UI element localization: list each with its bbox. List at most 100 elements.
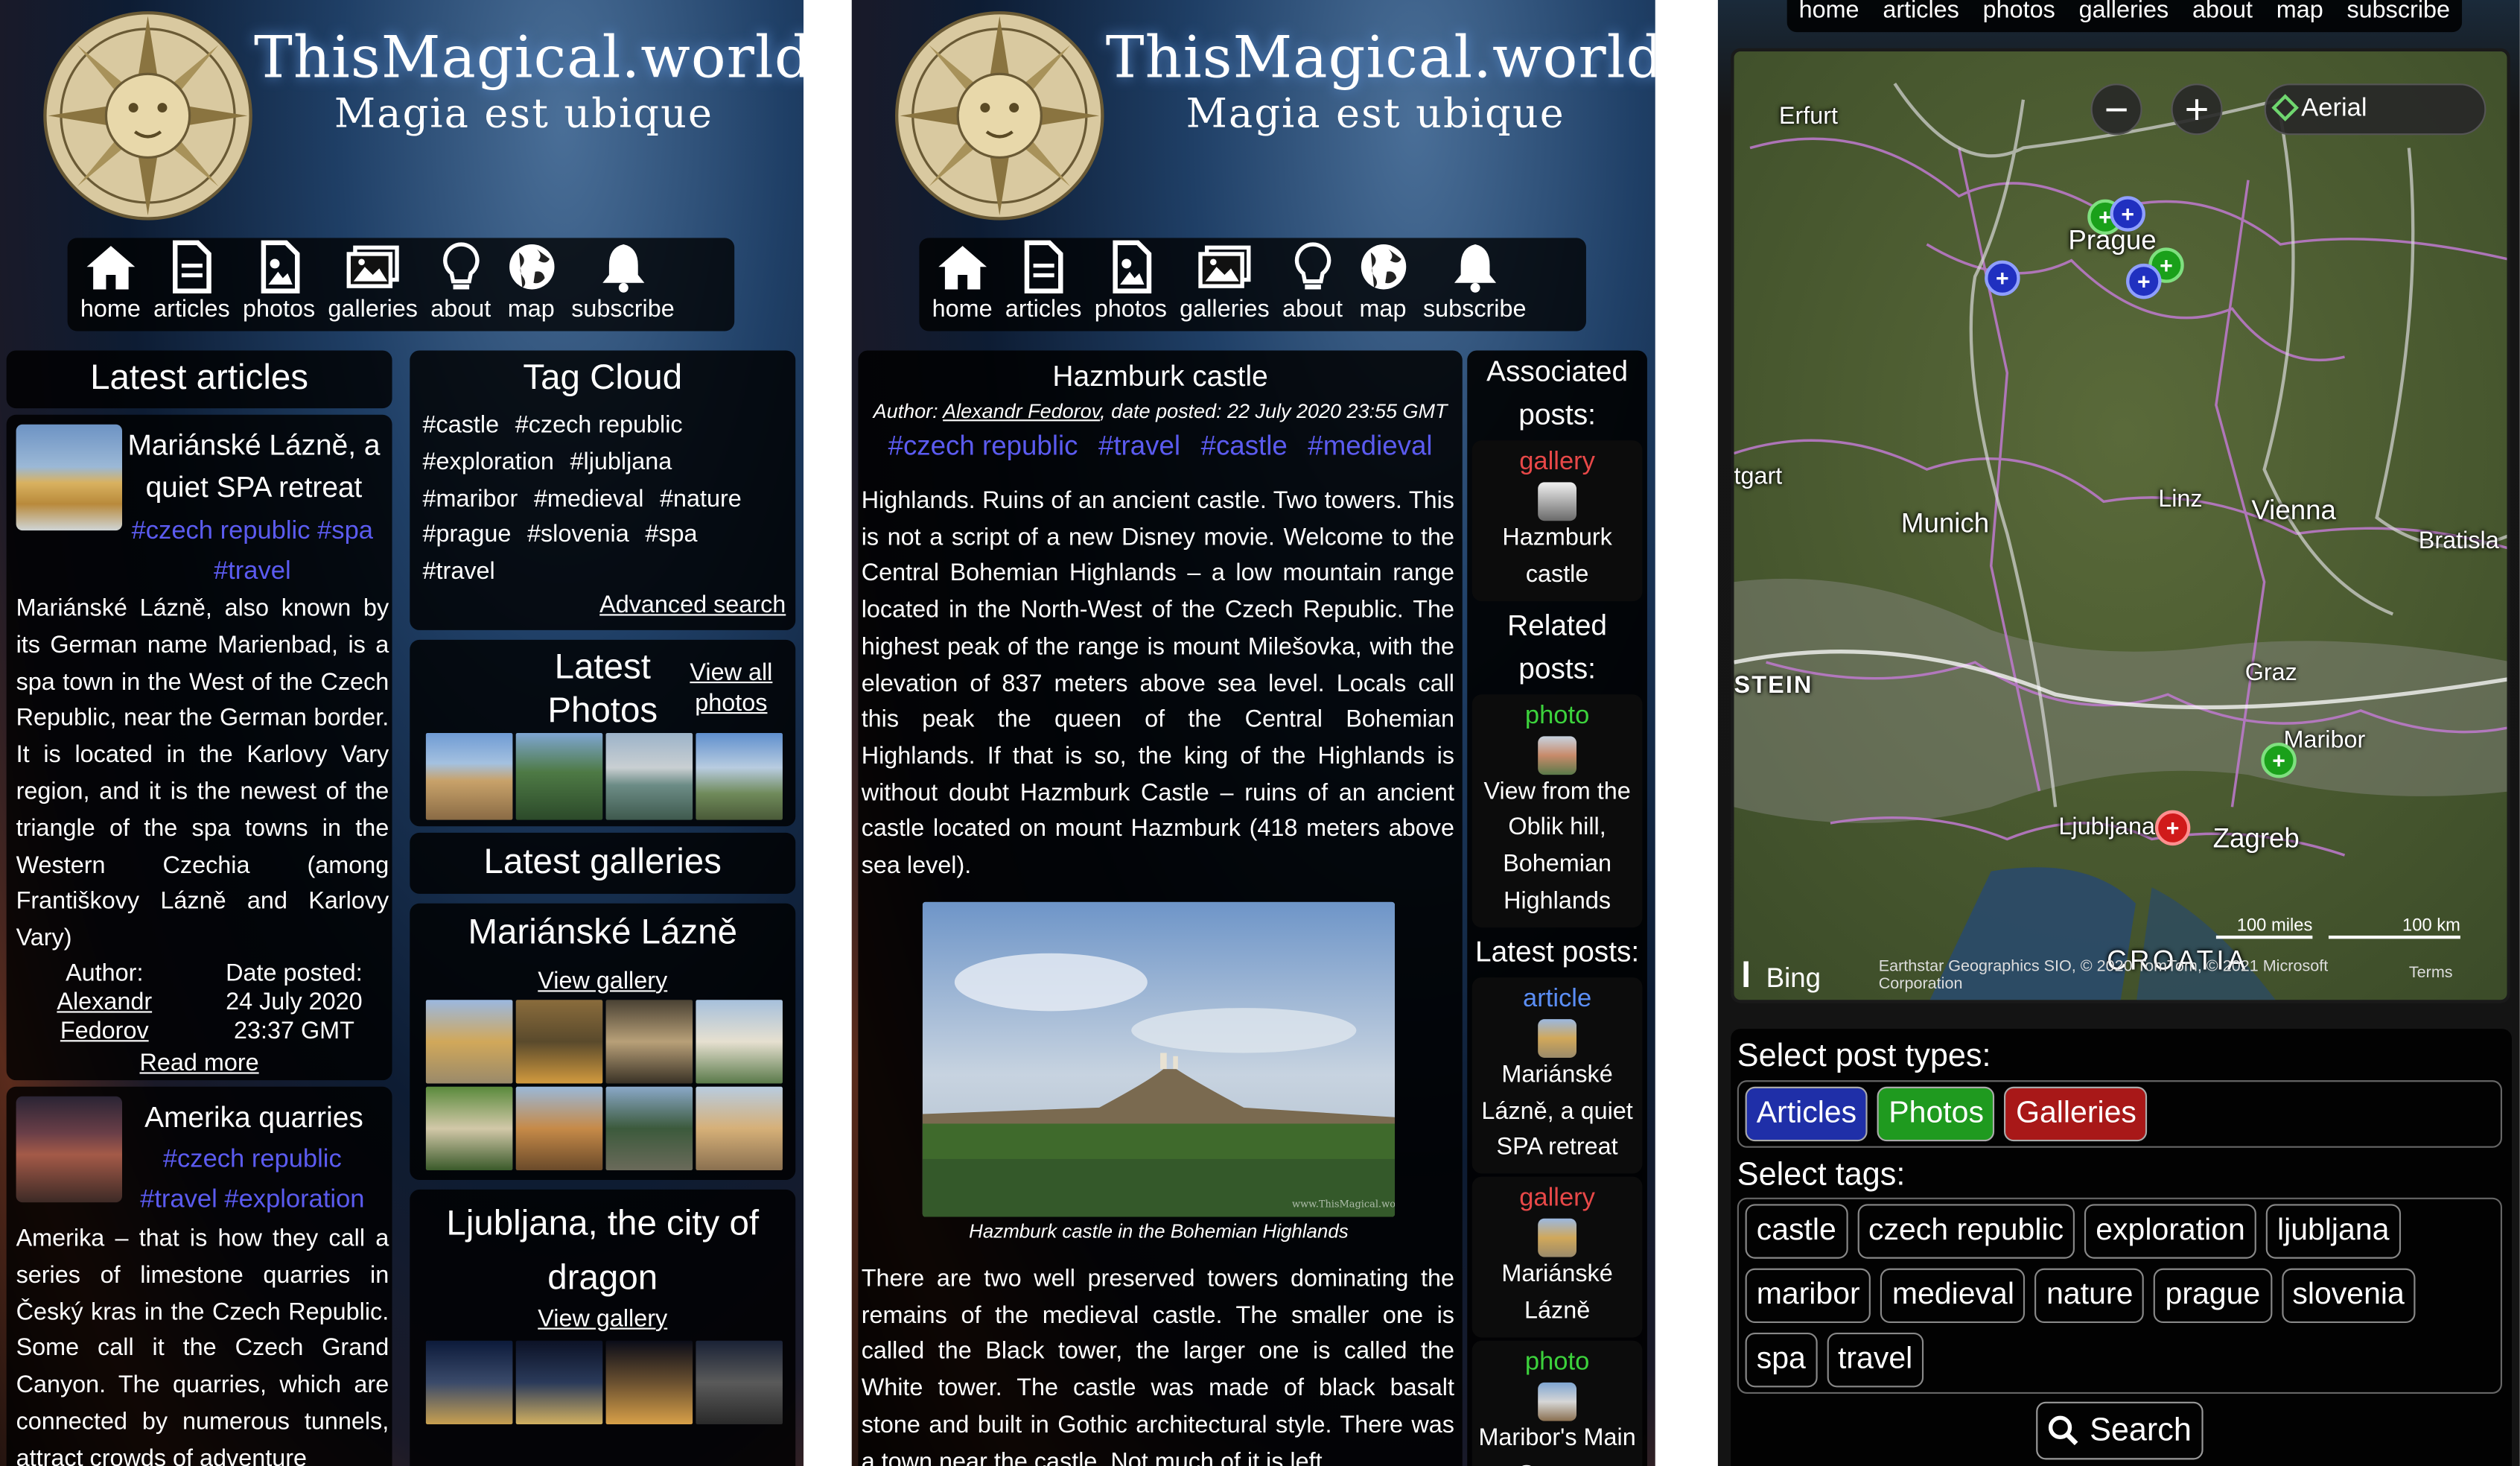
advanced-search-link[interactable]: Advanced search xyxy=(599,591,786,619)
author-link[interactable]: Alexandr Fedorov xyxy=(26,989,183,1047)
tag-link[interactable]: #czech republic xyxy=(888,431,1078,461)
cloud-tag[interactable]: #czech republic xyxy=(515,411,683,439)
read-more-link[interactable]: Read more xyxy=(7,1050,392,1079)
tag-link[interactable]: #spa xyxy=(317,518,373,545)
site-title[interactable]: ThisMagical.world xyxy=(254,26,804,92)
nav-articles[interactable]: articles xyxy=(147,238,237,331)
nav-home[interactable]: home xyxy=(74,238,147,331)
cloud-tag[interactable]: #nature xyxy=(660,485,742,513)
filter-tag[interactable]: exploration xyxy=(2084,1204,2256,1259)
filter-tag[interactable]: medieval xyxy=(1880,1268,2026,1324)
nav-about[interactable]: about xyxy=(424,238,497,331)
nav-link-articles[interactable]: articles xyxy=(1883,0,1959,32)
map-marker-photo[interactable]: + xyxy=(2261,742,2297,778)
gallery-thumbnail[interactable] xyxy=(425,1000,513,1084)
search-button[interactable]: Search xyxy=(2036,1401,2204,1460)
gallery-thumbnail[interactable] xyxy=(425,1340,513,1424)
tag-link[interactable]: #czech republic xyxy=(132,518,311,545)
side-post[interactable]: photo View from the Oblik hill, Bohemian… xyxy=(1471,694,1643,927)
gallery-thumbnail[interactable] xyxy=(696,1000,783,1084)
nav-photos[interactable]: photos xyxy=(236,238,321,331)
filter-tag[interactable]: maribor xyxy=(1745,1268,1871,1324)
filter-photos[interactable]: Photos xyxy=(1877,1086,1996,1142)
filter-galleries[interactable]: Galleries xyxy=(2005,1086,2148,1142)
nav-link-about[interactable]: about xyxy=(2192,0,2253,32)
cloud-tag[interactable]: #medieval xyxy=(534,485,644,513)
nav-galleries[interactable]: galleries xyxy=(1174,238,1276,331)
photo-thumbnail[interactable] xyxy=(515,733,603,820)
map-marker-article[interactable]: + xyxy=(2110,196,2145,232)
sun-compass-logo[interactable] xyxy=(894,10,1106,222)
cloud-tag[interactable]: #slovenia xyxy=(527,521,629,549)
nav-link-home[interactable]: home xyxy=(1799,0,1859,32)
nav-subscribe[interactable]: subscribe xyxy=(1416,238,1533,331)
nav-link-subscribe[interactable]: subscribe xyxy=(2346,0,2450,32)
nav-galleries[interactable]: galleries xyxy=(322,238,424,331)
tag-link[interactable]: #travel xyxy=(1098,431,1180,461)
filter-tag[interactable]: nature xyxy=(2035,1268,2145,1324)
sun-compass-logo[interactable] xyxy=(42,10,254,222)
tag-link[interactable]: #travel xyxy=(140,1187,217,1214)
view-all-photos-link[interactable]: View all photos xyxy=(683,658,779,719)
cloud-tag[interactable]: #travel xyxy=(423,558,495,586)
cloud-tag[interactable]: #exploration xyxy=(423,448,554,476)
nav-map[interactable]: map xyxy=(1349,238,1417,331)
gallery-thumbnail[interactable] xyxy=(696,1086,783,1171)
nav-about[interactable]: about xyxy=(1276,238,1349,331)
view-gallery-link[interactable]: View gallery xyxy=(410,968,795,995)
photo-thumbnail[interactable] xyxy=(696,733,783,820)
side-post[interactable]: photo Maribor's Main Square xyxy=(1471,1340,1643,1466)
tag-link[interactable]: #exploration xyxy=(224,1187,364,1214)
post-image[interactable]: www.ThisMagical.world xyxy=(922,901,1396,1217)
cloud-tag[interactable]: #castle xyxy=(423,411,500,439)
zoom-in-button[interactable]: + xyxy=(2171,83,2223,136)
nav-home[interactable]: home xyxy=(926,238,999,331)
zoom-out-button[interactable]: − xyxy=(2090,83,2142,136)
filter-tag[interactable]: czech republic xyxy=(1856,1204,2075,1259)
filter-tag[interactable]: ljubljana xyxy=(2265,1204,2401,1259)
nav-map[interactable]: map xyxy=(497,238,565,331)
filter-tag[interactable]: spa xyxy=(1745,1332,1817,1388)
nav-subscribe[interactable]: subscribe xyxy=(565,238,681,331)
gallery-thumbnail[interactable] xyxy=(696,1340,783,1424)
tag-link[interactable]: #travel xyxy=(214,558,291,586)
cloud-tag[interactable]: #ljubljana xyxy=(570,448,672,476)
nav-link-map[interactable]: map xyxy=(2276,0,2323,32)
filter-articles[interactable]: Articles xyxy=(1745,1086,1868,1142)
filter-tag[interactable]: travel xyxy=(1826,1332,1924,1388)
map-terms-link[interactable]: Terms xyxy=(2409,965,2453,983)
side-post[interactable]: gallery Hazmburk castle xyxy=(1471,440,1643,601)
cloud-tag[interactable]: #prague xyxy=(423,521,512,549)
cloud-tag[interactable]: #maribor xyxy=(423,485,518,513)
gallery-thumbnail[interactable] xyxy=(425,1086,513,1171)
tag-link[interactable]: #castle xyxy=(1201,431,1288,461)
article-title[interactable]: Amerika quarries xyxy=(122,1097,386,1138)
filter-tag[interactable]: prague xyxy=(2154,1268,2272,1324)
gallery-thumbnail[interactable] xyxy=(605,1340,693,1424)
filter-tag[interactable]: slovenia xyxy=(2281,1268,2416,1324)
map-layer-selector[interactable]: Aerial xyxy=(2264,83,2486,136)
map-marker-article[interactable]: + xyxy=(2126,263,2162,299)
nav-link-galleries[interactable]: galleries xyxy=(2079,0,2169,32)
gallery-thumbnail[interactable] xyxy=(515,1340,603,1424)
gallery-title[interactable]: Ljubljana, the city of dragon xyxy=(426,1196,780,1306)
gallery-thumbnail[interactable] xyxy=(605,1086,693,1171)
photo-thumbnail[interactable] xyxy=(425,733,513,820)
gallery-thumbnail[interactable] xyxy=(605,1000,693,1084)
nav-link-photos[interactable]: photos xyxy=(1983,0,2055,32)
map-view[interactable]: − + Aerial Erfurt Prague tgart Munich Li… xyxy=(1731,48,2510,1003)
author-link[interactable]: Alexandr Fedorov xyxy=(943,400,1100,422)
cloud-tag[interactable]: #spa xyxy=(645,521,697,549)
gallery-thumbnail[interactable] xyxy=(515,1000,603,1084)
filter-tag[interactable]: castle xyxy=(1745,1204,1848,1259)
nav-articles[interactable]: articles xyxy=(999,238,1088,331)
article-title[interactable]: Mariánské Lázně, a quiet SPA retreat xyxy=(122,425,386,508)
view-gallery-link[interactable]: View gallery xyxy=(410,1305,795,1333)
map-marker-article[interactable]: + xyxy=(1985,260,2020,296)
side-post[interactable]: article Mariánské Lázně, a quiet SPA ret… xyxy=(1471,977,1643,1174)
gallery-thumbnail[interactable] xyxy=(515,1086,603,1171)
gallery-title[interactable]: Mariánské Lázně xyxy=(410,904,795,953)
side-post[interactable]: gallery Mariánské Lázně xyxy=(1471,1177,1643,1337)
tag-link[interactable]: #czech republic xyxy=(163,1146,342,1174)
site-title[interactable]: ThisMagical.world xyxy=(1106,26,1655,92)
